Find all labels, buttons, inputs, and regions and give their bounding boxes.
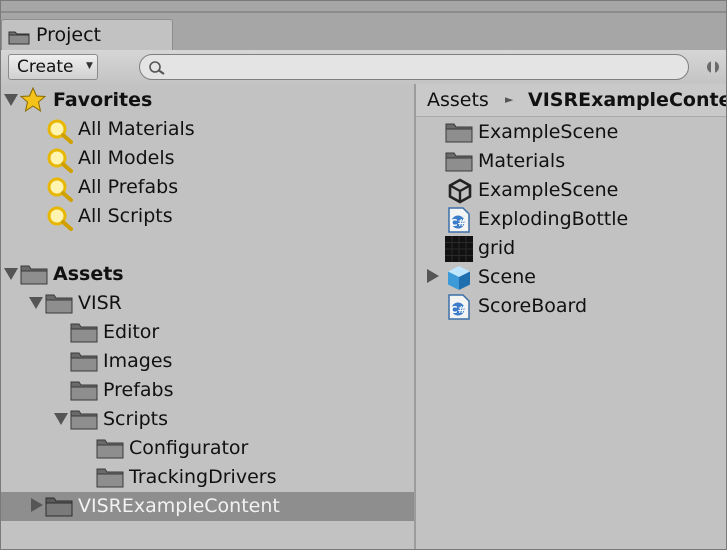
tree-folder[interactable]: Editor xyxy=(1,318,414,347)
star-icon xyxy=(19,86,47,118)
folder-icon xyxy=(445,150,473,177)
folder-icon xyxy=(96,466,124,493)
asset-label: ScoreBoard xyxy=(478,295,588,317)
svg-text:C#: C# xyxy=(450,218,466,229)
foldout-open-icon[interactable] xyxy=(4,268,18,280)
csharp-script-icon: C# xyxy=(447,294,471,325)
breadcrumb-item[interactable]: Assets xyxy=(427,89,489,111)
tree-item-favorite[interactable]: All Materials xyxy=(1,115,414,144)
tab-strip: Project xyxy=(1,1,726,50)
tree-folder-visr[interactable]: VISR xyxy=(1,289,414,318)
foldout-open-icon[interactable] xyxy=(29,297,43,309)
asset-label: ExampleScene xyxy=(478,179,619,201)
folder-tree-pane: Favorites All Materials All Models All P… xyxy=(1,84,414,549)
asset-label: grid xyxy=(478,237,516,259)
filter-icon[interactable] xyxy=(704,58,726,81)
tree-folder[interactable]: TrackingDrivers xyxy=(1,463,414,492)
create-button-label: Create xyxy=(17,57,74,77)
folder-icon xyxy=(70,350,98,377)
search-input[interactable] xyxy=(139,54,689,80)
tree-folder-selected[interactable]: VISRExampleContent xyxy=(1,492,414,521)
tab-project-label: Project xyxy=(36,24,102,46)
tree-item-favorite[interactable]: All Models xyxy=(1,144,414,173)
foldout-closed-icon[interactable] xyxy=(31,498,43,512)
tree-folder[interactable]: Configurator xyxy=(1,434,414,463)
search-icon xyxy=(46,205,74,236)
asset-item[interactable]: C# ScoreBoard xyxy=(416,292,726,321)
folder-icon xyxy=(45,292,73,319)
folder-label: Prefabs xyxy=(103,379,174,401)
tree-favorites[interactable]: Favorites xyxy=(1,86,414,115)
favorite-label: All Models xyxy=(78,147,175,169)
folder-icon xyxy=(70,408,98,435)
toolbar: Create ▼ xyxy=(1,50,726,85)
asset-label: Scene xyxy=(478,266,536,288)
foldout-open-icon[interactable] xyxy=(54,413,68,425)
folder-icon xyxy=(445,121,473,148)
svg-text:C#: C# xyxy=(450,305,466,316)
asset-item[interactable]: C# ExplodingBottle xyxy=(416,205,726,234)
tab-project[interactable]: Project xyxy=(1,19,173,50)
favorite-label: All Materials xyxy=(78,118,195,140)
favorite-label: All Scripts xyxy=(78,205,173,227)
asset-item[interactable]: Scene xyxy=(416,263,726,292)
tree-folder[interactable]: Images xyxy=(1,347,414,376)
folder-icon xyxy=(70,321,98,348)
asset-item[interactable]: ExampleScene xyxy=(416,176,726,205)
tree-assets[interactable]: Assets xyxy=(1,260,414,289)
breadcrumb-separator-icon: ► xyxy=(505,93,514,106)
folder-label: Scripts xyxy=(103,408,169,430)
foldout-open-icon[interactable] xyxy=(4,94,18,106)
dropdown-arrow-icon: ▼ xyxy=(86,61,93,71)
breadcrumb-item-current[interactable]: VISRExampleContent xyxy=(528,89,726,111)
asset-item[interactable]: ExampleScene xyxy=(416,118,726,147)
tree-folder-scripts[interactable]: Scripts xyxy=(1,405,414,434)
breadcrumb: Assets ► VISRExampleContent xyxy=(416,84,726,117)
asset-label: ExplodingBottle xyxy=(478,208,629,230)
tree-item-favorite[interactable]: All Prefabs xyxy=(1,173,414,202)
visr-label: VISR xyxy=(78,292,122,314)
favorite-label: All Prefabs xyxy=(78,176,179,198)
folder-label: Configurator xyxy=(129,437,249,459)
folder-label: Editor xyxy=(103,321,160,343)
folder-icon xyxy=(45,495,73,522)
asset-label: Materials xyxy=(478,150,566,172)
tab-strip-line xyxy=(1,11,726,13)
folder-label: TrackingDrivers xyxy=(129,466,277,488)
tree-folder[interactable]: Prefabs xyxy=(1,376,414,405)
search-icon xyxy=(148,59,166,81)
asset-list-pane: Assets ► VISRExampleContent ExampleScene… xyxy=(416,84,726,549)
folder-icon xyxy=(70,379,98,406)
tree-item-favorite[interactable]: All Scripts xyxy=(1,202,414,231)
project-window: Project Create ▼ Favorites All Materials… xyxy=(0,0,727,550)
asset-item[interactable]: grid xyxy=(416,234,726,263)
foldout-closed-icon[interactable] xyxy=(427,269,439,283)
asset-item[interactable]: Materials xyxy=(416,147,726,176)
folder-icon xyxy=(8,28,30,50)
folder-icon xyxy=(96,437,124,464)
asset-label: ExampleScene xyxy=(478,121,619,143)
assets-label: Assets xyxy=(53,263,124,285)
folder-label: Images xyxy=(103,350,173,372)
favorites-label: Favorites xyxy=(53,89,153,111)
folder-icon xyxy=(20,263,48,290)
folder-label: VISRExampleContent xyxy=(78,495,280,517)
create-dropdown-button[interactable]: Create ▼ xyxy=(8,54,98,80)
